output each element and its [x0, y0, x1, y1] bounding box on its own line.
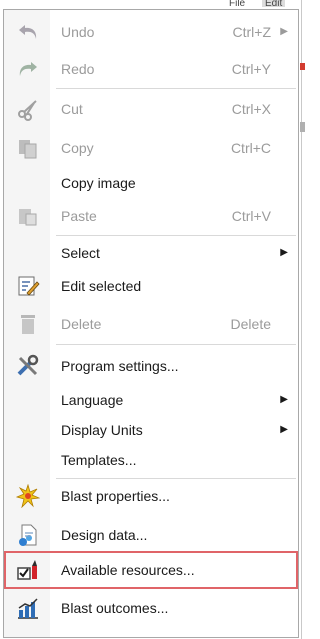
menu-item-design-data[interactable]: Design data...: [4, 519, 298, 551]
design-data-icon: [16, 523, 40, 547]
submenu-arrow-icon: ▶: [280, 26, 288, 37]
menu-item-blast-outcomes[interactable]: Blast outcomes...: [4, 592, 298, 624]
menu-item-paste[interactable]: Paste Ctrl+V: [4, 200, 298, 232]
background-gray-mark: [300, 122, 305, 132]
menu-item-undo[interactable]: Undo Ctrl+Z ▶: [4, 16, 298, 48]
undo-icon: [16, 20, 40, 44]
chart-icon: [16, 596, 40, 620]
redo-icon: [16, 57, 40, 81]
scissors-icon: [16, 97, 40, 121]
background-tab-file[interactable]: File: [229, 0, 245, 7]
background-red-mark: [300, 63, 305, 70]
menu-item-blast-properties[interactable]: Blast properties...: [4, 480, 298, 512]
edit-note-icon: [16, 274, 40, 298]
background-tab-edit[interactable]: Edit: [262, 0, 286, 7]
menu-item-delete[interactable]: Delete Delete: [4, 308, 298, 340]
menu-separator: [56, 235, 296, 236]
menu-item-redo[interactable]: Redo Ctrl+Y: [4, 53, 298, 85]
copy-icon: [16, 136, 40, 160]
trash-icon: [16, 312, 40, 336]
menu-item-templates[interactable]: Templates...: [4, 444, 298, 476]
menu-item-language[interactable]: Language ▶: [4, 384, 298, 416]
menu-separator: [56, 478, 296, 479]
menu-separator: [56, 344, 296, 345]
menu-item-display-units[interactable]: Display Units ▶: [4, 414, 298, 446]
menu-item-copy-image[interactable]: Copy image: [4, 167, 298, 199]
menu-separator: [56, 88, 296, 89]
window-divider: [301, 0, 302, 639]
menu-item-cut[interactable]: Cut Ctrl+X: [4, 93, 298, 125]
paste-icon: [16, 204, 40, 228]
submenu-arrow-icon: ▶: [280, 394, 288, 405]
menu-item-edit-selected[interactable]: Edit selected: [4, 270, 298, 302]
submenu-arrow-icon: ▶: [280, 247, 288, 258]
edit-context-menu: Undo Ctrl+Z ▶ Redo Ctrl+Y Cut Ctrl+X Cop…: [3, 9, 299, 638]
highlight-box: [4, 551, 298, 589]
menu-item-program-settings[interactable]: Program settings...: [4, 350, 298, 382]
background-window-edge: [299, 0, 311, 639]
tools-icon: [16, 354, 40, 378]
blast-icon: [15, 483, 41, 509]
menu-item-select[interactable]: Select ▶: [4, 237, 298, 269]
menu-item-copy[interactable]: Copy Ctrl+C: [4, 132, 298, 164]
submenu-arrow-icon: ▶: [280, 424, 288, 435]
